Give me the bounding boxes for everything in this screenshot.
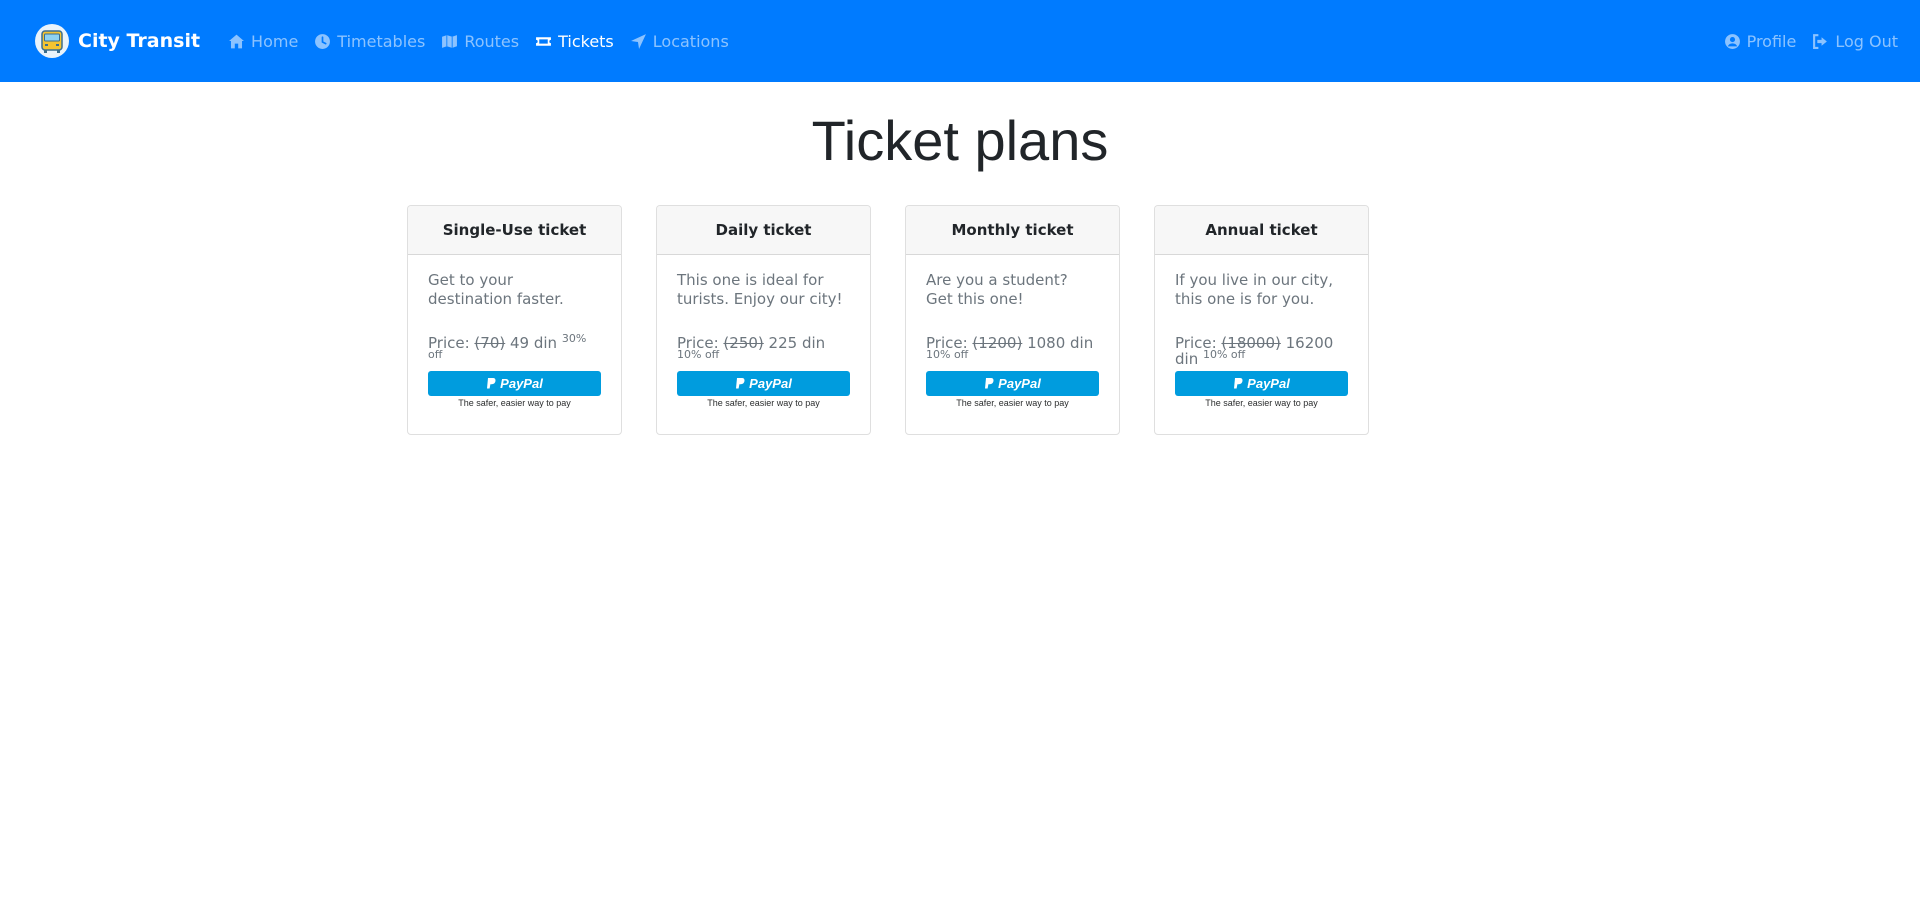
card-description: Are you a student? Get this one! bbox=[926, 271, 1068, 308]
paypal-button[interactable]: PayPal bbox=[677, 371, 850, 396]
paypal-tagline: The safer, easier way to pay bbox=[458, 398, 571, 408]
discount-badge: 10% off bbox=[926, 348, 969, 361]
brand-name: City Transit bbox=[78, 30, 201, 52]
paypal-label: PayPal bbox=[500, 376, 543, 391]
old-price: (70) bbox=[474, 334, 506, 352]
nav-link-routes[interactable]: Routes bbox=[441, 32, 519, 51]
nav-link-locations[interactable]: Locations bbox=[630, 32, 729, 51]
card-description: If you live in our city, this one is for… bbox=[1175, 271, 1334, 308]
nav-link-label: Locations bbox=[652, 31, 729, 51]
paypal-icon bbox=[487, 377, 496, 388]
ticket-card-annual: Annual ticket If you live in our city, t… bbox=[1154, 205, 1369, 435]
paypal-icon bbox=[1234, 377, 1243, 388]
card-body: If you live in our city, this one is for… bbox=[1155, 255, 1368, 408]
nav-link-label: Home bbox=[251, 31, 299, 51]
location-arrow-icon bbox=[630, 33, 646, 49]
card-title: Daily ticket bbox=[657, 206, 870, 255]
nav-links: Home Timetables Routes Tickets Locations bbox=[228, 32, 729, 51]
nav-link-tickets[interactable]: Tickets bbox=[535, 32, 614, 51]
map-icon bbox=[442, 34, 458, 48]
card-title: Annual ticket bbox=[1155, 206, 1368, 255]
paypal-icon bbox=[985, 377, 994, 388]
page-title: Ticket plans bbox=[811, 109, 1109, 172]
price-line: Price: (250) 225 din 10% off bbox=[677, 335, 850, 367]
nav-link-profile[interactable]: Profile bbox=[1724, 31, 1797, 51]
card-title: Single-Use ticket bbox=[408, 206, 621, 255]
card-description: Get to your destination faster. bbox=[428, 271, 564, 308]
discount-badge: 10% off bbox=[1202, 348, 1246, 361]
card-body: Are you a student? Get this one! Price: … bbox=[906, 255, 1119, 408]
nav-link-label: Log Out bbox=[1835, 31, 1898, 51]
paypal-tagline: The safer, easier way to pay bbox=[1205, 398, 1318, 408]
price-line: Price: (70) 49 din 30% off bbox=[428, 333, 601, 367]
nav-link-timetables[interactable]: Timetables bbox=[314, 32, 425, 51]
clock-icon bbox=[315, 33, 331, 49]
old-price: (250) bbox=[723, 334, 764, 352]
home-icon bbox=[229, 34, 244, 48]
discount-badge: 10% off bbox=[677, 348, 720, 361]
nav-link-label: Tickets bbox=[558, 31, 614, 51]
paypal-tagline: The safer, easier way to pay bbox=[956, 398, 1069, 408]
paypal-label: PayPal bbox=[1247, 376, 1290, 391]
paypal-button[interactable]: PayPal bbox=[926, 371, 1099, 396]
ticket-plans: Single-Use ticket Get to your destinatio… bbox=[407, 205, 1369, 435]
paypal-tagline: The safer, easier way to pay bbox=[707, 398, 820, 408]
bus-logo-icon bbox=[35, 24, 69, 58]
price-line: Price: (18000) 16200 din 10% off bbox=[1175, 335, 1348, 367]
navbar: City Transit Home Timetables Routes Tick… bbox=[0, 0, 1920, 82]
old-price: (1200) bbox=[972, 334, 1023, 352]
nav-user-links: Profile Log Out bbox=[1724, 32, 1898, 51]
sign-out-icon bbox=[1813, 33, 1828, 49]
brand[interactable]: City Transit bbox=[34, 23, 200, 59]
card-body: This one is ideal for turists. Enjoy our… bbox=[657, 255, 870, 408]
nav-link-label: Routes bbox=[464, 31, 520, 51]
paypal-label: PayPal bbox=[749, 376, 792, 391]
nav-link-logout[interactable]: Log Out bbox=[1812, 32, 1898, 51]
paypal-label: PayPal bbox=[998, 376, 1041, 391]
ticket-icon bbox=[536, 36, 552, 46]
card-body: Get to your destination faster. Price: (… bbox=[408, 255, 621, 408]
ticket-card-daily: Daily ticket This one is ideal for turis… bbox=[656, 205, 871, 435]
card-description: This one is ideal for turists. Enjoy our… bbox=[677, 271, 843, 308]
ticket-card-monthly: Monthly ticket Are you a student? Get th… bbox=[905, 205, 1120, 435]
new-price: 1080 din bbox=[1027, 334, 1094, 352]
nav-link-label: Profile bbox=[1746, 31, 1797, 51]
user-circle-icon bbox=[1724, 33, 1740, 49]
nav-link-label: Timetables bbox=[337, 31, 426, 51]
paypal-button[interactable]: PayPal bbox=[1175, 371, 1348, 396]
new-price: 225 din bbox=[768, 334, 826, 352]
card-title: Monthly ticket bbox=[906, 206, 1119, 255]
paypal-button[interactable]: PayPal bbox=[428, 371, 601, 396]
nav-link-home[interactable]: Home bbox=[228, 32, 298, 51]
ticket-card-single: Single-Use ticket Get to your destinatio… bbox=[407, 205, 622, 435]
price-line: Price: (1200) 1080 din 10% off bbox=[926, 335, 1099, 367]
paypal-icon bbox=[736, 377, 745, 388]
new-price: 49 din bbox=[510, 334, 558, 352]
